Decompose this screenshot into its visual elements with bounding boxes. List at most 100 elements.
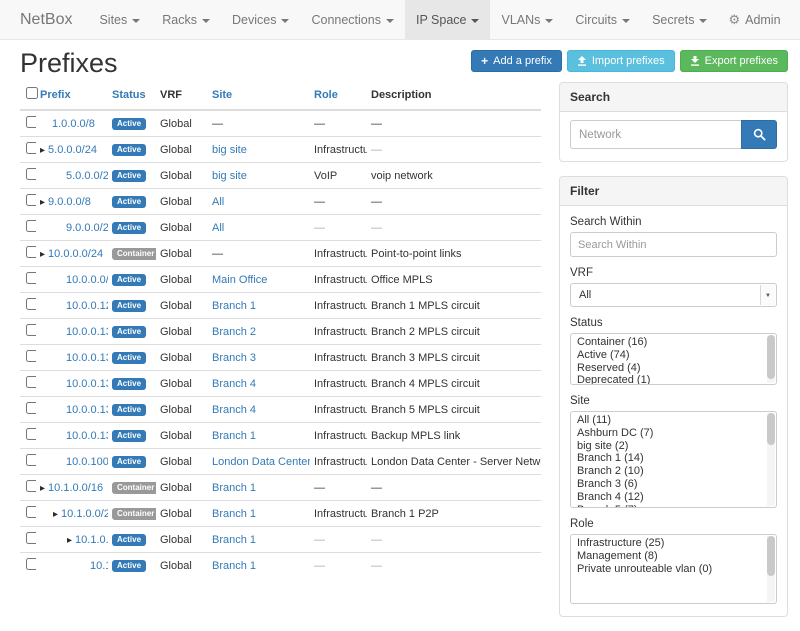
site-link[interactable]: Branch 4 xyxy=(212,378,256,390)
row-checkbox[interactable] xyxy=(26,454,36,466)
nav-item[interactable]: VLANs xyxy=(490,0,564,39)
column-header[interactable]: VRF xyxy=(156,82,208,110)
site-link[interactable]: Branch 1 xyxy=(212,430,256,442)
listbox-option[interactable]: Deprecated (1) xyxy=(577,375,764,385)
site-link[interactable]: Main Office xyxy=(212,274,267,286)
prefix-link[interactable]: 10.0.0.0/24 xyxy=(48,248,103,260)
scrollbar-thumb[interactable] xyxy=(767,413,775,445)
site-link[interactable]: Branch 3 xyxy=(212,352,256,364)
prefix-link[interactable]: 10.1.0.0/25 xyxy=(75,534,108,546)
row-checkbox[interactable] xyxy=(26,142,36,154)
row-checkbox[interactable] xyxy=(26,298,36,310)
site-link[interactable]: All xyxy=(212,196,224,208)
site-link[interactable]: Branch 2 xyxy=(212,326,256,338)
gear-icon: ⚙ xyxy=(728,0,740,40)
nav-item[interactable]: Circuits xyxy=(564,0,641,39)
role-listbox[interactable]: Infrastructure (25)Management (8)Private… xyxy=(570,534,777,604)
select-all-checkbox[interactable] xyxy=(26,87,38,99)
import-prefixes-button[interactable]: Import prefixes xyxy=(567,50,675,72)
row-checkbox[interactable] xyxy=(26,220,36,232)
row-checkbox[interactable] xyxy=(26,376,36,388)
prefix-link[interactable]: 10.1.0.0/24 xyxy=(61,508,108,520)
row-checkbox[interactable] xyxy=(26,246,36,258)
prefix-link[interactable]: 9.0.0.0/24 xyxy=(66,222,108,234)
prefix-link[interactable]: 10.0.0.130/31 xyxy=(66,326,108,338)
vrf-cell: Global xyxy=(156,241,208,267)
site-link[interactable]: Branch 1 xyxy=(212,482,256,494)
prefix-link[interactable]: 10.0.0.136/31 xyxy=(66,404,108,416)
site-link[interactable]: big site xyxy=(212,144,247,156)
search-input[interactable] xyxy=(570,120,741,149)
row-checkbox[interactable] xyxy=(26,506,36,518)
prefix-link[interactable]: 10.0.0.138/31 xyxy=(66,430,108,442)
site-link[interactable]: Branch 1 xyxy=(212,508,256,520)
prefix-link[interactable]: 1.0.0.0/8 xyxy=(52,118,95,130)
column-header[interactable]: Site xyxy=(208,82,310,110)
listbox-option[interactable]: All (11) xyxy=(577,415,764,428)
prefix-link[interactable]: 10.0.0.134/31 xyxy=(66,378,108,390)
prefix-link[interactable]: 5.0.0.0/24 xyxy=(48,144,97,156)
listbox-option[interactable]: Active (74) xyxy=(577,350,764,363)
row-checkbox[interactable] xyxy=(26,272,36,284)
add-prefix-button[interactable]: + Add a prefix xyxy=(471,50,562,72)
table-row: ▸5.0.0.0/24 Active Global big site Infra… xyxy=(20,137,541,163)
prefix-link[interactable]: 5.0.0.0/25 xyxy=(66,170,108,182)
site-link[interactable]: big site xyxy=(212,170,247,182)
row-checkbox[interactable] xyxy=(26,116,36,128)
site-link[interactable]: Branch 1 xyxy=(212,534,256,546)
admin-menu-item[interactable]: ⚙ Admin xyxy=(718,0,790,39)
listbox-option[interactable]: Ashburn DC (7) xyxy=(577,428,764,441)
row-checkbox[interactable] xyxy=(26,324,36,336)
listbox-option[interactable]: Infrastructure (25) xyxy=(577,538,764,551)
export-prefixes-button[interactable]: Export prefixes xyxy=(680,50,788,72)
listbox-option[interactable]: Container (16) xyxy=(577,337,764,350)
listbox-option[interactable]: Branch 4 (12) xyxy=(577,492,764,505)
site-link[interactable]: Branch 1 xyxy=(212,560,256,572)
row-checkbox[interactable] xyxy=(26,402,36,414)
row-checkbox[interactable] xyxy=(26,350,36,362)
column-header[interactable]: Prefix xyxy=(36,82,108,110)
prefix-link[interactable]: 10.1.0.0/26 xyxy=(90,560,108,572)
row-checkbox[interactable] xyxy=(26,428,36,440)
nav-item[interactable]: IP Space xyxy=(405,0,491,39)
prefix-link[interactable]: 10.0.0.0/31 xyxy=(66,274,108,286)
site-listbox[interactable]: All (11)Ashburn DC (7)big site (2)Branch… xyxy=(570,411,777,508)
nav-item[interactable]: Racks xyxy=(151,0,221,39)
listbox-option[interactable]: Branch 5 (7) xyxy=(577,505,764,508)
listbox-option[interactable]: Management (8) xyxy=(577,551,764,564)
scrollbar-thumb[interactable] xyxy=(767,335,775,379)
status-badge: Active xyxy=(112,326,146,338)
site-link[interactable]: Branch 4 xyxy=(212,404,256,416)
prefix-link[interactable]: 9.0.0.0/8 xyxy=(48,196,91,208)
column-header[interactable]: Description xyxy=(367,82,541,110)
column-header[interactable]: Role xyxy=(310,82,367,110)
prefix-link[interactable]: 10.0.0.128/31 xyxy=(66,300,108,312)
column-header[interactable]: Status xyxy=(108,82,156,110)
site-link[interactable]: All xyxy=(212,222,224,234)
scrollbar-thumb[interactable] xyxy=(767,536,775,576)
search-button[interactable] xyxy=(741,120,777,149)
site-link[interactable]: Branch 1 xyxy=(212,300,256,312)
prefix-link[interactable]: 10.0.100.0/24 xyxy=(66,456,108,468)
site-link[interactable]: London Data Center xyxy=(212,456,310,468)
prefix-link[interactable]: 10.0.0.132/31 xyxy=(66,352,108,364)
row-checkbox[interactable] xyxy=(26,532,36,544)
nav-item[interactable]: Sites xyxy=(88,0,151,39)
row-checkbox[interactable] xyxy=(26,558,36,570)
prefix-link[interactable]: 10.1.0.0/16 xyxy=(48,482,103,494)
listbox-option[interactable]: Private unrouteable vlan (0) xyxy=(577,564,764,577)
vrf-select[interactable]: All ▼ xyxy=(570,283,777,307)
listbox-option[interactable]: Branch 3 (6) xyxy=(577,479,764,492)
status-badge: Active xyxy=(112,534,146,546)
row-checkbox[interactable] xyxy=(26,168,36,180)
search-within-input[interactable] xyxy=(570,232,777,257)
nav-item[interactable]: Devices xyxy=(221,0,300,39)
vrf-cell: Global xyxy=(156,110,208,137)
row-checkbox[interactable] xyxy=(26,480,36,492)
row-checkbox[interactable] xyxy=(26,194,36,206)
nav-item[interactable]: Secrets xyxy=(641,0,718,39)
profile-menu-item[interactable]: Profile xyxy=(791,0,800,39)
app-brand[interactable]: NetBox xyxy=(0,0,88,39)
nav-item[interactable]: Connections xyxy=(300,0,405,39)
status-listbox[interactable]: Container (16)Active (74)Reserved (4)Dep… xyxy=(570,333,777,385)
